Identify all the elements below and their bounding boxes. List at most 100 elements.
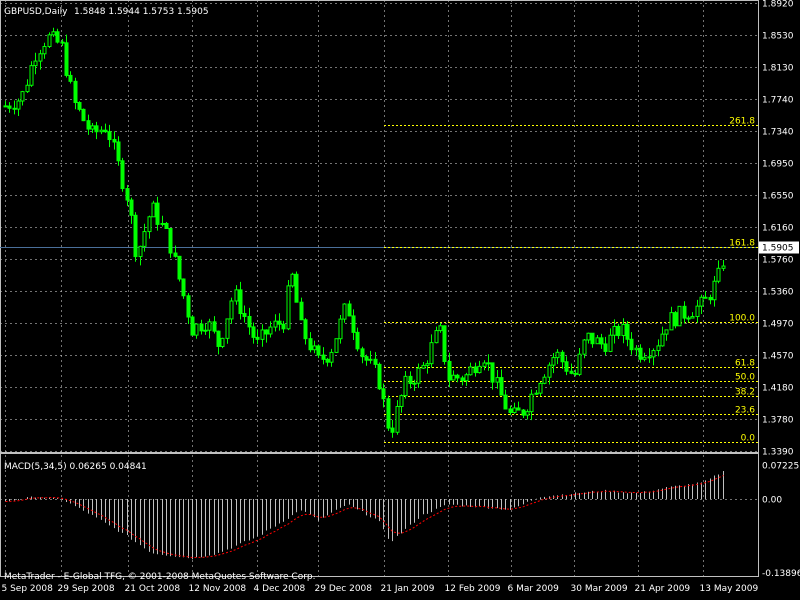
candle-body bbox=[673, 312, 678, 327]
candle-body bbox=[629, 338, 634, 351]
candle-body bbox=[242, 313, 247, 317]
y-tick-label: 1.8920 bbox=[762, 0, 794, 10]
candle-body bbox=[47, 34, 52, 48]
current-price-label: 1.5905 bbox=[762, 244, 794, 254]
candle-body bbox=[316, 345, 321, 356]
candle-body bbox=[20, 91, 25, 102]
candle-body bbox=[312, 345, 317, 351]
chart-frame bbox=[0, 0, 759, 577]
candle-body bbox=[582, 339, 587, 355]
candle-body bbox=[164, 222, 169, 230]
candle-body bbox=[429, 342, 434, 365]
candle-body bbox=[190, 316, 195, 336]
candle-body bbox=[51, 31, 56, 36]
candle-body bbox=[160, 222, 165, 225]
x-tick-label: 12 Feb 2009 bbox=[445, 584, 501, 594]
y-tick-label: 1.3780 bbox=[762, 416, 794, 426]
candle-body bbox=[599, 337, 604, 345]
candle-body bbox=[573, 372, 578, 375]
candle-body bbox=[116, 141, 121, 162]
candle-body bbox=[142, 231, 147, 247]
x-tick-label: 4 Dec 2008 bbox=[254, 584, 306, 594]
fib-level-label: 23.6 bbox=[735, 406, 755, 416]
symbol-label: GBPUSD,Daily bbox=[4, 7, 68, 17]
candle-body bbox=[125, 188, 130, 201]
candle-body bbox=[286, 285, 291, 330]
candle-body bbox=[499, 377, 504, 396]
candle-body bbox=[234, 289, 239, 302]
candle-body bbox=[634, 347, 639, 351]
y-tick-label: 1.6950 bbox=[762, 160, 794, 170]
candle-body bbox=[547, 364, 552, 378]
candle-body bbox=[25, 84, 30, 93]
candle-body bbox=[408, 375, 413, 384]
candle-body bbox=[33, 60, 38, 67]
candle-body bbox=[264, 329, 269, 335]
x-tick-label: 21 Apr 2009 bbox=[635, 584, 691, 594]
candle-body bbox=[621, 323, 626, 337]
candle-body bbox=[68, 74, 73, 82]
candle-body bbox=[194, 323, 199, 336]
candle-body bbox=[551, 357, 556, 366]
candle-body bbox=[290, 273, 295, 287]
candle-body bbox=[721, 265, 726, 269]
candle-body bbox=[516, 407, 521, 411]
candle-body bbox=[451, 374, 456, 381]
candle-body bbox=[503, 394, 508, 410]
candle-body bbox=[703, 296, 708, 299]
candle-body bbox=[294, 273, 299, 303]
x-tick-label: 13 May 2009 bbox=[700, 584, 759, 594]
x-tick-label: 21 Oct 2008 bbox=[125, 584, 181, 594]
candle-body bbox=[682, 305, 687, 319]
candle-body bbox=[455, 374, 460, 379]
x-tick-label: 12 Nov 2008 bbox=[189, 584, 247, 594]
candle-body bbox=[677, 305, 682, 327]
candle-body bbox=[216, 330, 221, 347]
x-tick-label: 21 Jan 2009 bbox=[381, 584, 435, 594]
x-tick-label: 5 Sep 2008 bbox=[2, 584, 54, 594]
candle-body bbox=[129, 199, 134, 216]
candle-body bbox=[616, 325, 621, 337]
y-tick-label: 1.8530 bbox=[762, 32, 794, 42]
candle-body bbox=[277, 320, 282, 325]
macd-tick-label: -0.13896 bbox=[762, 569, 800, 579]
candle-body bbox=[281, 323, 286, 330]
candle-body bbox=[412, 382, 417, 385]
candle-body bbox=[403, 375, 408, 397]
candle-body bbox=[612, 325, 617, 336]
candle-body bbox=[325, 358, 330, 363]
candle-body bbox=[299, 301, 304, 321]
y-tick-label: 1.5760 bbox=[762, 256, 794, 266]
candle-body bbox=[464, 374, 469, 382]
candle-body bbox=[120, 160, 125, 190]
candle-body bbox=[338, 318, 343, 340]
candle-body bbox=[186, 295, 191, 318]
macd-histogram bbox=[5, 470, 724, 560]
candle-body bbox=[669, 312, 674, 331]
candle-body bbox=[664, 329, 669, 335]
candle-body bbox=[7, 105, 12, 109]
candle-body bbox=[181, 278, 186, 297]
candle-body bbox=[625, 323, 630, 340]
fib-level-label: 261.8 bbox=[729, 117, 755, 127]
candle-body bbox=[381, 388, 386, 400]
fib-level-label: 161.8 bbox=[729, 239, 755, 249]
candle-body bbox=[525, 411, 530, 416]
candle-body bbox=[656, 345, 661, 352]
candle-body bbox=[586, 332, 591, 341]
candle-body bbox=[512, 407, 517, 413]
candle-body bbox=[477, 365, 482, 374]
macd-tick-label: 0.00 bbox=[762, 496, 782, 506]
candle-body bbox=[308, 338, 313, 351]
candle-body bbox=[473, 366, 478, 374]
candle-body bbox=[351, 315, 356, 333]
candle-body bbox=[112, 139, 117, 143]
candle-body bbox=[368, 358, 373, 361]
candle-body bbox=[3, 105, 8, 108]
y-tick-label: 1.4570 bbox=[762, 352, 794, 362]
candle-body bbox=[421, 364, 426, 369]
candle-body bbox=[699, 296, 704, 307]
axis-labels: 1.8920 1.8530 1.8130 1.7740 1.7340 1.6950 1.65… bbox=[2, 0, 800, 594]
candle-body bbox=[355, 331, 360, 350]
candle-body bbox=[16, 100, 21, 110]
